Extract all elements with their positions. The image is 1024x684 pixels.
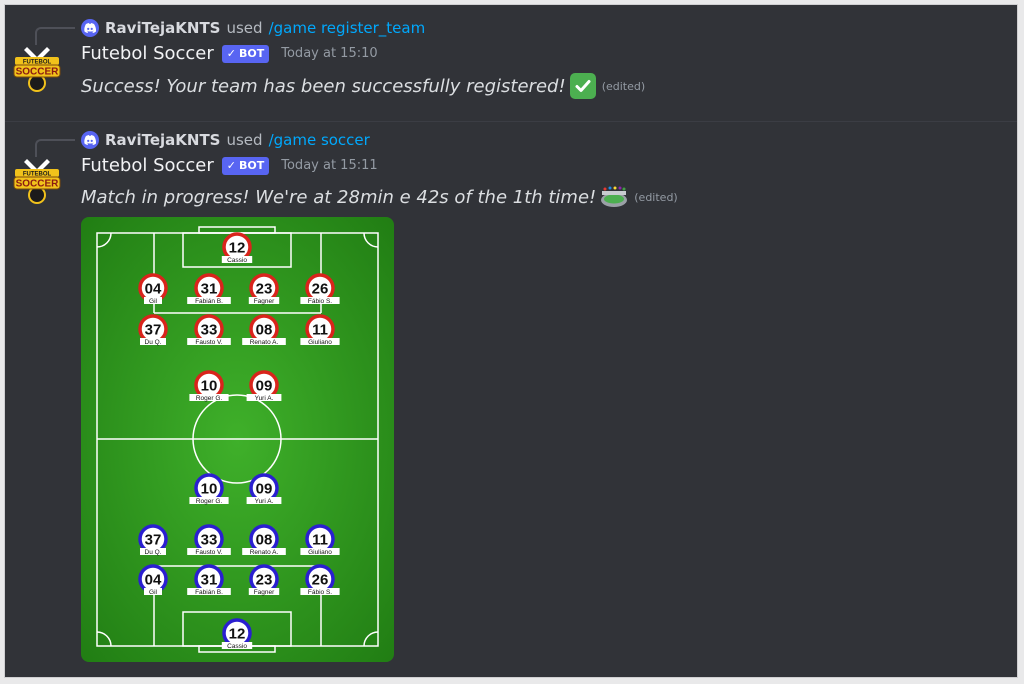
bot-avatar[interactable]: FUTEBOL SOCCER — [13, 43, 61, 95]
away-player-name: Gil — [149, 589, 158, 596]
reply-command[interactable]: /game soccer — [269, 131, 370, 149]
home-player-number: 04 — [145, 281, 162, 298]
home-player-name: Fagner — [254, 298, 275, 305]
message-content: Match in progress! We're at 28min e 42s … — [81, 185, 678, 209]
away-player-name: Roger G. — [196, 498, 223, 505]
reply-used-text: used — [226, 19, 263, 37]
away-player-number: 09 — [256, 481, 273, 498]
home-player-number: 23 — [256, 281, 273, 298]
avatar-main-text: SOCCER — [16, 67, 60, 78]
avatar-main-text: SOCCER — [16, 179, 60, 190]
message-timestamp[interactable]: Today at 15:10 — [281, 46, 377, 61]
away-player-marker: 12Cassio — [221, 618, 253, 650]
stadium-emoji-icon[interactable] — [600, 185, 628, 209]
away-player-name: Du Q. — [145, 549, 162, 556]
verified-check-icon: ✓ — [226, 159, 236, 172]
away-player-name: Giuliano — [308, 549, 332, 556]
home-player-number: 31 — [201, 281, 218, 298]
home-player-name: Fabián B. — [195, 298, 223, 305]
bot-name[interactable]: Futebol Soccer — [81, 155, 214, 176]
away-player-name: Fausto V. — [195, 549, 222, 556]
home-player-marker: 37Du Q. — [138, 314, 168, 346]
message-header: Futebol Soccer ✓ BOT Today at 15:11 — [81, 155, 378, 176]
away-player-name: Renato A. — [250, 549, 279, 556]
reply-used-text: used — [226, 131, 263, 149]
home-player-number: 09 — [256, 378, 273, 395]
bot-avatar[interactable]: FUTEBOL SOCCER — [13, 155, 61, 207]
home-player-number: 33 — [201, 322, 218, 339]
away-player-number: 08 — [256, 532, 273, 549]
message-content: Success! Your team has been successfully… — [81, 73, 645, 99]
home-player-name: Gil — [149, 298, 158, 305]
home-player-number: 37 — [145, 322, 162, 339]
reply-username[interactable]: RaviTejaKNTS — [105, 19, 220, 37]
message-text: Match in progress! We're at 28min e 42s … — [81, 186, 597, 208]
home-player-name: Cassio — [227, 257, 247, 264]
user-avatar-icon[interactable] — [81, 131, 99, 149]
away-player-number: 26 — [312, 572, 329, 589]
bot-badge-label: BOT — [239, 159, 265, 172]
home-player-number: 08 — [256, 322, 273, 339]
edited-label: (edited) — [634, 190, 678, 204]
soccer-field: 12Cassio04Gil31Fabián B.23Fagner26Fábio … — [81, 217, 394, 662]
away-player-marker: 23Fagner — [248, 564, 280, 596]
bot-badge-label: BOT — [239, 47, 265, 60]
home-player-name: Roger G. — [196, 395, 223, 402]
home-player-name: Du Q. — [145, 339, 162, 346]
away-player-name: Cassio — [227, 643, 247, 650]
message-timestamp[interactable]: Today at 15:11 — [281, 158, 377, 173]
home-player-name: Fausto V. — [195, 339, 222, 346]
away-player-number: 04 — [145, 572, 162, 589]
away-player-name: Fagner — [254, 589, 275, 596]
bot-name[interactable]: Futebol Soccer — [81, 43, 214, 64]
home-player-number: 26 — [312, 281, 329, 298]
message-divider — [5, 121, 1017, 122]
verified-check-icon: ✓ — [226, 47, 236, 60]
away-player-name: Yuri A. — [255, 498, 274, 505]
check-mark-emoji-icon[interactable] — [569, 73, 596, 99]
bot-badge: ✓ BOT — [221, 156, 270, 175]
away-player-number: 33 — [201, 532, 218, 549]
away-player-number: 10 — [201, 481, 218, 498]
home-player-number: 10 — [201, 378, 218, 395]
message-header: Futebol Soccer ✓ BOT Today at 15:10 — [81, 43, 378, 64]
discord-chat: RaviTejaKNTS used /game register_team FU… — [4, 4, 1018, 678]
home-player-name: Renato A. — [250, 339, 279, 346]
away-player-number: 31 — [201, 572, 218, 589]
user-avatar-icon[interactable] — [81, 19, 99, 37]
home-player-number: 12 — [229, 240, 246, 257]
soccer-field-image[interactable]: 12 Cassio 04 Gil 31 Fabián B. 23 Fagner 26 Fábio … — [81, 217, 394, 662]
message-register-team: RaviTejaKNTS used /game register_team FU… — [5, 13, 1017, 119]
away-player-number: 11 — [312, 532, 328, 549]
reply-command[interactable]: /game register_team — [269, 19, 426, 37]
away-player-name: Fabián B. — [195, 589, 223, 596]
home-player-marker: 12Cassio — [221, 232, 253, 264]
home-player-name: Yuri A. — [255, 395, 274, 402]
away-player-number: 37 — [145, 532, 162, 549]
command-reply[interactable]: RaviTejaKNTS used /game soccer — [81, 129, 370, 151]
away-player-name: Fábio S. — [308, 589, 332, 596]
message-text: Success! Your team has been successfully… — [81, 75, 566, 97]
message-soccer-match: RaviTejaKNTS used /game soccer FUTEBOL S… — [5, 125, 1017, 675]
home-player-number: 11 — [312, 322, 328, 339]
home-player-name: Giuliano — [308, 339, 332, 346]
home-player-marker: 23Fagner — [248, 273, 280, 305]
command-reply[interactable]: RaviTejaKNTS used /game register_team — [81, 17, 425, 39]
away-player-number: 23 — [256, 572, 273, 589]
home-player-name: Fábio S. — [308, 298, 332, 305]
away-player-number: 12 — [229, 626, 246, 643]
edited-label: (edited) — [601, 79, 646, 93]
bot-badge: ✓ BOT — [221, 44, 270, 63]
away-player-marker: 37Du Q. — [138, 524, 168, 556]
reply-username[interactable]: RaviTejaKNTS — [105, 131, 220, 149]
